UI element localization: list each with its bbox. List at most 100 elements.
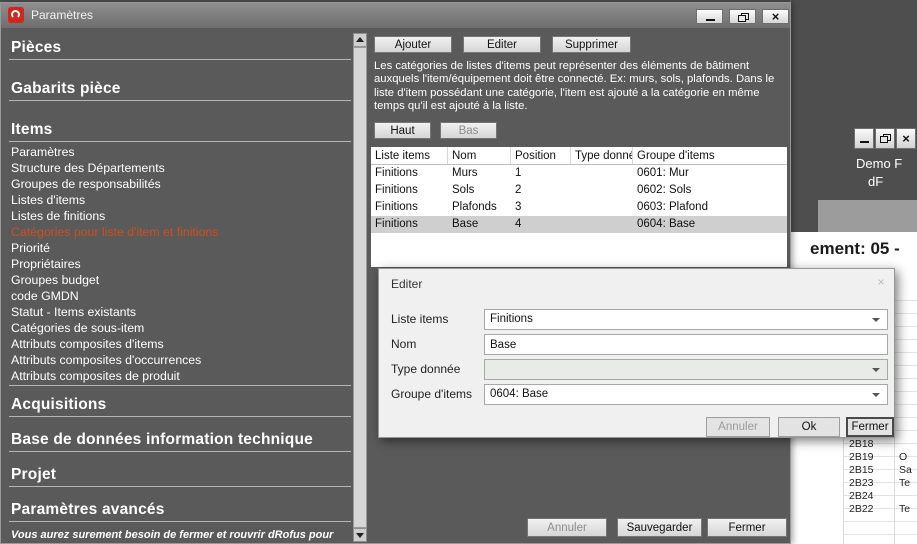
- move-down-button[interactable]: Bas: [440, 122, 497, 139]
- table-row[interactable]: Finitions Plafonds 3 0603: Plafond: [371, 199, 787, 216]
- close-button[interactable]: ×: [762, 9, 789, 24]
- restore-icon: [738, 13, 748, 22]
- nav-section-items: Items: [11, 121, 351, 139]
- table-row[interactable]: 2B24: [844, 490, 917, 503]
- nav-scrollbar[interactable]: [353, 33, 367, 542]
- nav-item-structure-departements[interactable]: Structure des Départements: [11, 160, 351, 176]
- cell-position: 4: [511, 216, 571, 233]
- nom-input[interactable]: [484, 334, 888, 355]
- column-header-position[interactable]: Position: [511, 147, 571, 164]
- divider: [9, 486, 351, 487]
- category-description: Les catégories de listes d'items peut re…: [374, 60, 787, 114]
- divider: [9, 59, 351, 60]
- cell-type-donnee: [571, 199, 633, 216]
- nav-item-statut-items-existants[interactable]: Statut - Items existants: [11, 304, 351, 320]
- chevron-down-icon: [872, 318, 880, 322]
- table-row[interactable]: 2B15Sa: [844, 464, 917, 477]
- table-row-selected[interactable]: Finitions Base 4 0604: Base: [371, 216, 787, 233]
- nav-section-projet: Projet: [11, 466, 351, 484]
- restore-button[interactable]: [729, 9, 756, 24]
- dialog-title: Editer: [391, 277, 422, 291]
- scroll-down-button[interactable]: [353, 528, 367, 542]
- cell-liste-items: Finitions: [371, 165, 448, 182]
- dialog-cancel-button[interactable]: Annuler: [706, 417, 770, 437]
- selected-value: 0604: Base: [490, 388, 548, 400]
- nav-item-proprietaires[interactable]: Propriétaires: [11, 256, 351, 272]
- nav-item-groupes-budget[interactable]: Groupes budget: [11, 272, 351, 288]
- column-header-type-donnee[interactable]: Type donnée: [571, 147, 633, 164]
- column-header-groupe-items[interactable]: Groupe d'items: [633, 147, 787, 164]
- cell-type-donnee: [571, 165, 633, 182]
- scrollbar-thumb[interactable]: [353, 47, 367, 528]
- nav-item-categories-sous-item[interactable]: Catégories de sous-item: [11, 320, 351, 336]
- cell-room-id: 2B24: [849, 490, 874, 503]
- nav-section-acquisitions: Acquisitions: [11, 396, 351, 414]
- nav-item-parametres[interactable]: Paramètres: [11, 144, 351, 160]
- close-panel-button[interactable]: Fermer: [707, 518, 787, 537]
- cell-groupe-items: 0603: Plafond: [633, 199, 787, 216]
- minimize-button[interactable]: [696, 9, 723, 24]
- nav-item-attributs-composites-items[interactable]: Attributs composites d'items: [11, 336, 351, 352]
- type-donnee-select[interactable]: [484, 359, 888, 380]
- nav-item-groupes-responsabilites[interactable]: Groupes de responsabilités: [11, 176, 351, 192]
- dialog-ok-button[interactable]: Ok: [778, 417, 840, 437]
- cell-room-name: Sa: [899, 464, 912, 477]
- nav-item-categories-liste-item-finitions[interactable]: Catégories pour liste d'item et finition…: [11, 224, 351, 240]
- cancel-button[interactable]: Annuler: [527, 518, 607, 537]
- nav-items-list: Paramètres Structure des Départements Gr…: [11, 144, 351, 384]
- divider: [9, 141, 351, 142]
- settings-nav: Pièces Gabarits pièce Items Paramètres S…: [9, 33, 351, 541]
- cell-nom: Sols: [448, 182, 511, 199]
- table-row[interactable]: 2B19 O: [844, 451, 917, 464]
- bg-close-button[interactable]: ×: [896, 128, 916, 149]
- table-row[interactable]: 2B23Te: [844, 477, 917, 490]
- nav-item-listes-items[interactable]: Listes d'items: [11, 192, 351, 208]
- column-header-liste-items[interactable]: Liste items: [371, 147, 448, 164]
- field-row: Type donnée: [379, 359, 894, 380]
- move-up-button[interactable]: Haut: [374, 122, 431, 139]
- field-label-type-donnee: Type donnée: [391, 362, 460, 376]
- bg-minimize-button[interactable]: [854, 128, 874, 149]
- delete-button[interactable]: Supprimer: [552, 36, 631, 53]
- liste-items-select[interactable]: Finitions: [484, 309, 888, 330]
- nav-item-priorite[interactable]: Priorité: [11, 240, 351, 256]
- cell-room-id: 2B19: [849, 451, 874, 464]
- cell-room-name: O: [899, 451, 907, 464]
- cell-type-donnee: [571, 216, 633, 233]
- dialog-close-button[interactable]: ×: [874, 275, 888, 289]
- field-row: Liste items Finitions: [379, 309, 894, 330]
- nav-item-attributs-composites-produit[interactable]: Attributs composites de produit: [11, 368, 351, 384]
- table-header-row: Liste items Nom Position Type donnée Gro…: [371, 147, 787, 165]
- cell-room-id: 2B23: [849, 477, 874, 490]
- nav-section-pieces: Pièces: [11, 39, 351, 57]
- scroll-up-button[interactable]: [353, 33, 367, 47]
- cell-type-donnee: [571, 182, 633, 199]
- cell-groupe-items: 0601: Mur: [633, 165, 787, 182]
- triangle-down-icon: [356, 533, 364, 538]
- edit-button[interactable]: Editer: [463, 36, 541, 53]
- selected-value: Finitions: [490, 313, 533, 325]
- column-header-nom[interactable]: Nom: [448, 147, 511, 164]
- restore-icon: [880, 134, 890, 143]
- divider: [9, 385, 351, 386]
- cell-position: 3: [511, 199, 571, 216]
- table-row[interactable]: 2B18: [844, 438, 917, 451]
- groupe-items-select[interactable]: 0604: Base: [484, 384, 888, 405]
- add-button[interactable]: Ajouter: [374, 36, 452, 53]
- triangle-up-icon: [356, 37, 364, 42]
- nav-section-gabarits-piece: Gabarits pièce: [11, 80, 351, 98]
- table-row[interactable]: 2B22Te: [844, 503, 917, 516]
- titlebar[interactable]: Paramètres: [1, 3, 790, 28]
- bg-restore-button[interactable]: [875, 128, 895, 149]
- dialog-close-action-button[interactable]: Fermer: [846, 417, 894, 437]
- table-row[interactable]: Finitions Murs 1 0601: Mur: [371, 165, 787, 182]
- table-row[interactable]: Finitions Sols 2 0602: Sols: [371, 182, 787, 199]
- nav-item-attributs-composites-occurrences[interactable]: Attributs composites d'occurrences: [11, 352, 351, 368]
- cell-nom: Base: [448, 216, 511, 233]
- edit-dialog: Editer × Liste items Finitions Nom Type …: [378, 268, 895, 438]
- save-button[interactable]: Sauvegarder: [617, 518, 702, 537]
- categories-table: Liste items Nom Position Type donnée Gro…: [371, 147, 787, 267]
- nav-item-listes-finitions[interactable]: Listes de finitions: [11, 208, 351, 224]
- nav-item-code-gmdn[interactable]: code GMDN: [11, 288, 351, 304]
- field-label-groupe-items: Groupe d'items: [391, 387, 472, 401]
